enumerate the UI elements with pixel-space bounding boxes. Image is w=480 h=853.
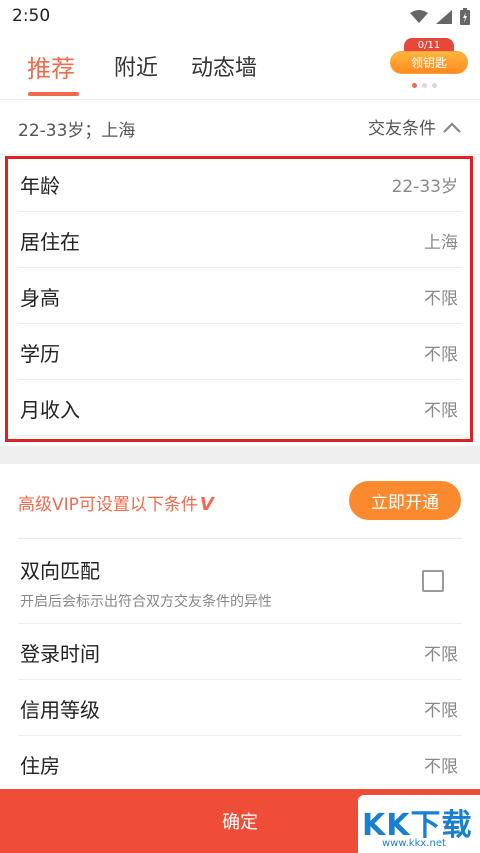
mutual-match-desc: 开启后会标示出符合双方交友条件的异性 — [20, 594, 272, 610]
vip-row-housing[interactable]: 住房 不限 — [18, 736, 462, 792]
condition-row-education[interactable]: 学历 不限 — [18, 324, 462, 380]
condition-label: 住房 — [20, 754, 60, 778]
get-key-badge[interactable]: 0/11 领钥匙 — [390, 38, 468, 76]
chevron-up-icon — [443, 121, 461, 133]
condition-label: 身高 — [20, 286, 60, 310]
condition-value: 上海 — [424, 233, 458, 253]
page-dot-active — [412, 83, 417, 88]
watermark-url: www.kkx.net — [382, 838, 446, 849]
active-tab-indicator — [28, 92, 79, 96]
filter-summary-row[interactable]: 22-33岁；上海 交友条件 — [0, 100, 480, 154]
condition-label: 月收入 — [20, 398, 80, 422]
condition-row-residence[interactable]: 居住在 上海 — [18, 212, 462, 268]
page-indicator — [412, 83, 437, 88]
get-key-label: 领钥匙 — [390, 51, 468, 74]
condition-row-age[interactable]: 年龄 22-33岁 — [18, 156, 462, 212]
battery-icon — [460, 8, 470, 25]
condition-value: 不限 — [424, 701, 458, 721]
mutual-match-row[interactable]: 双向匹配 开启后会标示出符合双方交友条件的异性 — [18, 538, 462, 624]
filter-toggle[interactable]: 交友条件 — [368, 114, 462, 139]
condition-label: 学历 — [20, 342, 60, 366]
condition-value: 22-33岁 — [391, 177, 458, 197]
condition-label: 年龄 — [20, 174, 60, 198]
vip-section-title: 高级VIP可设置以下条件 V — [18, 490, 214, 515]
filter-summary-text: 22-33岁；上海 — [18, 121, 136, 141]
condition-label: 信用等级 — [20, 698, 100, 722]
vip-title-text: 高级VIP可设置以下条件 — [18, 495, 198, 515]
condition-value: 不限 — [424, 289, 458, 309]
wifi-icon — [410, 9, 428, 23]
divider — [0, 154, 480, 155]
status-bar: 2:50 — [0, 0, 480, 34]
status-time: 2:50 — [12, 6, 51, 26]
condition-value: 不限 — [424, 345, 458, 365]
page-dot — [432, 83, 437, 88]
condition-value: 不限 — [424, 401, 458, 421]
vip-row-credit-level[interactable]: 信用等级 不限 — [18, 680, 462, 736]
condition-label: 居住在 — [20, 230, 80, 254]
filter-toggle-label: 交友条件 — [368, 119, 436, 139]
condition-label: 登录时间 — [20, 642, 100, 666]
status-icons — [410, 8, 470, 25]
signal-icon — [436, 9, 452, 24]
condition-value: 不限 — [424, 757, 458, 777]
vip-mark-icon: V — [199, 494, 214, 515]
condition-value: 不限 — [424, 645, 458, 665]
tab-recommend[interactable]: 推荐 — [27, 49, 75, 84]
open-vip-button[interactable]: 立即开通 — [349, 481, 461, 520]
vip-row-login-time[interactable]: 登录时间 不限 — [18, 624, 462, 680]
tab-moments[interactable]: 动态墙 — [191, 50, 257, 82]
page-dot — [422, 83, 427, 88]
condition-row-height[interactable]: 身高 不限 — [18, 268, 462, 324]
section-gap — [0, 446, 480, 464]
condition-row-income[interactable]: 月收入 不限 — [18, 380, 462, 436]
tab-nearby[interactable]: 附近 — [114, 50, 158, 82]
mutual-match-label: 双向匹配 — [20, 559, 100, 583]
mutual-match-checkbox[interactable] — [422, 570, 444, 592]
